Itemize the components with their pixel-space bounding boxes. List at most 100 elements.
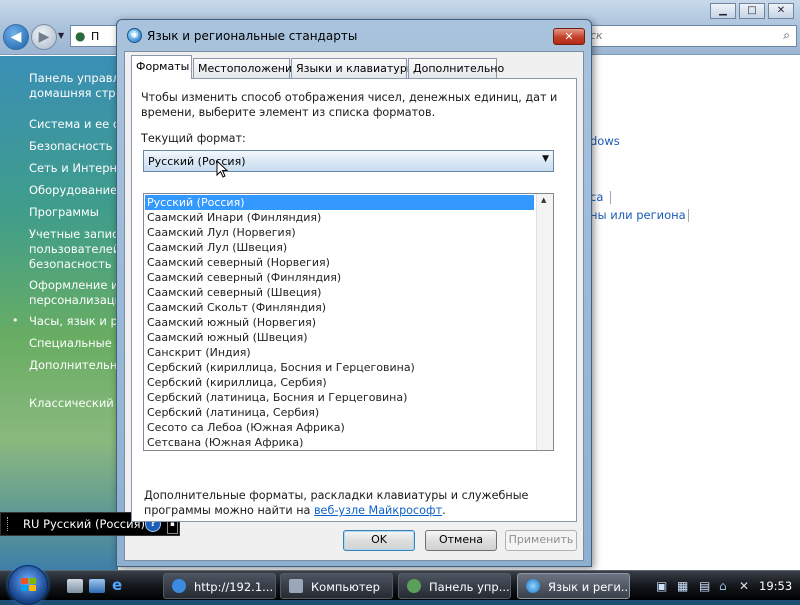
sidebar-item-accessibility[interactable]: Специальные в xyxy=(29,336,118,351)
format-list-item[interactable]: Саамский Скольт (Финляндия) xyxy=(145,300,534,315)
format-list-item[interactable]: Саамский северный (Швеция) xyxy=(145,285,534,300)
internet-explorer-icon xyxy=(172,579,186,593)
back-button[interactable]: ◀ xyxy=(3,24,29,50)
intro-text-line2: времени, выберите элемент из списка форм… xyxy=(141,106,436,119)
tray-app-icon[interactable]: ▣ xyxy=(656,579,667,593)
internet-explorer-icon[interactable]: e xyxy=(112,576,128,594)
close-button[interactable]: ✕ xyxy=(768,3,794,19)
control-panel-icon xyxy=(407,579,421,593)
taskbar: e http://192.1... Компьютер Панель упр..… xyxy=(0,565,800,605)
regional-settings-dialog: ◉ Язык и региональные стандарты ✕ Формат… xyxy=(116,19,592,567)
footer-text-line1: Дополнительные форматы, раскладки клавиа… xyxy=(144,489,529,502)
sidebar-item-home-line2[interactable]: домашняя стра xyxy=(29,86,118,101)
microsoft-website-link[interactable]: веб-узле Майкрософт xyxy=(314,504,442,517)
globe-icon xyxy=(526,579,540,593)
back-arrow-icon: ◀ xyxy=(10,29,22,45)
format-list-item[interactable]: Саамский северный (Норвегия) xyxy=(145,255,534,270)
mouse-cursor-icon xyxy=(216,160,229,178)
format-listbox[interactable]: Русский (Россия) Саамский Инари (Финлянд… xyxy=(143,193,554,451)
tab-advanced[interactable]: Дополнительно xyxy=(408,58,504,78)
format-list-item[interactable]: Саамский Лул (Швеция) xyxy=(145,240,534,255)
address-text: П xyxy=(91,30,100,43)
sidebar-item-system[interactable]: Система и ее об xyxy=(29,117,118,132)
sidebar-item-programs[interactable]: Программы xyxy=(29,205,99,220)
recent-pages-dropdown-icon[interactable]: ▼ xyxy=(58,31,64,40)
dropdown-arrow-icon[interactable]: ▼ xyxy=(542,154,549,164)
show-desktop-icon[interactable] xyxy=(67,579,83,593)
format-list-item[interactable]: Санскрит (Индия) xyxy=(145,345,534,360)
maximize-button[interactable]: □ xyxy=(739,3,765,19)
format-list-item[interactable]: Саамский северный (Финляндия) xyxy=(145,270,534,285)
sidebar-item-accounts-line2[interactable]: пользователей xyxy=(29,242,118,257)
footer-text-suffix: . xyxy=(442,504,446,517)
sidebar-item-home[interactable]: Панель управле xyxy=(29,71,118,86)
start-button[interactable] xyxy=(8,565,48,605)
sidebar-item-appearance[interactable]: Оформление и xyxy=(29,278,118,293)
taskbar-button-label: http://192.1... xyxy=(194,580,274,594)
tab-location[interactable]: Местоположение xyxy=(193,58,299,78)
format-list-item[interactable]: Русский (Россия) xyxy=(145,195,534,210)
forward-button[interactable]: ▶ xyxy=(31,24,57,50)
format-list-item[interactable]: Саамский южный (Швеция) xyxy=(145,330,534,345)
sidebar-item-accounts-line3[interactable]: безопасность xyxy=(29,257,112,272)
format-list-item[interactable]: Саамский южный (Норвегия) xyxy=(145,315,534,330)
taskbar-button-label: Панель упр... xyxy=(429,580,510,594)
taskbar-button-control-panel[interactable]: Панель упр... xyxy=(398,573,511,599)
input-language-indicator[interactable]: RU Русский (Россия) xyxy=(23,517,145,531)
taskbar-button-browser[interactable]: http://192.1... xyxy=(163,573,276,599)
format-list-item[interactable]: Сесото са Лебоа (Южная Африка) xyxy=(145,420,534,435)
footer-text-line2: программы можно найти на веб-узле Майкро… xyxy=(144,504,446,517)
main-link-region[interactable]: ны или региона xyxy=(590,208,686,222)
sidebar-item-additional[interactable]: Дополнительны xyxy=(29,358,118,373)
format-list-item[interactable]: Сербский (кириллица, Сербия) xyxy=(145,375,534,390)
format-list-item[interactable]: Саамский Лул (Норвегия) xyxy=(145,225,534,240)
forward-arrow-icon: ▶ xyxy=(38,29,50,45)
search-icon[interactable]: ⌕ xyxy=(783,28,790,43)
sidebar-item-security[interactable]: Безопасность xyxy=(29,139,112,154)
format-list-item[interactable]: Саамский Инари (Финляндия) xyxy=(145,210,534,225)
format-list-item[interactable]: Сербский (латиница, Босния и Герцеговина… xyxy=(145,390,534,405)
tray-app-icon[interactable]: ▤ xyxy=(699,579,710,593)
control-panel-sidebar: Панель управле домашняя стра Система и е… xyxy=(0,56,118,570)
main-link-windows[interactable]: dows xyxy=(590,134,620,148)
cancel-button[interactable]: Отмена xyxy=(425,530,497,551)
current-format-value: Русский (Россия) xyxy=(148,155,246,168)
sidebar-item-hardware[interactable]: Оборудование и xyxy=(29,183,118,198)
clock[interactable]: 19:53 xyxy=(759,579,792,593)
sidebar-item-accounts[interactable]: Учетные записи xyxy=(29,227,118,242)
dialog-body: Форматы Местоположение Языки и клавиатур… xyxy=(124,51,584,561)
computer-icon xyxy=(289,579,303,593)
tab-keyboards[interactable]: Языки и клавиатуры xyxy=(291,58,416,78)
search-input[interactable]: ск ⌕ xyxy=(575,25,797,47)
sidebar-item-clock-language[interactable]: Часы, язык и ре xyxy=(29,314,118,329)
link-separator xyxy=(688,209,689,222)
dialog-close-button[interactable]: ✕ xyxy=(553,28,585,45)
network-icon[interactable]: ⌂ xyxy=(719,579,727,593)
current-format-combobox[interactable]: Русский (Россия) ▼ xyxy=(143,150,554,172)
main-link-partial[interactable]: са xyxy=(590,190,603,204)
format-list-item[interactable]: Сербский (кириллица, Босния и Герцеговин… xyxy=(145,360,534,375)
formats-panel: Чтобы изменить способ отображения чисел,… xyxy=(131,78,577,522)
volume-muted-icon[interactable]: ✕ xyxy=(739,579,749,593)
language-bar-grip[interactable] xyxy=(7,517,9,531)
format-list-item[interactable]: Сербский (латиница, Сербия) xyxy=(145,405,534,420)
minimize-button[interactable]: ▁ xyxy=(710,3,736,19)
switch-windows-icon[interactable] xyxy=(89,579,105,593)
sidebar-item-network[interactable]: Сеть и Интерне xyxy=(29,161,118,176)
windows-logo-icon xyxy=(21,578,37,592)
apply-button[interactable]: Применить xyxy=(505,530,577,551)
ok-button[interactable]: OK xyxy=(343,530,415,551)
dialog-title: Язык и региональные стандарты xyxy=(147,29,358,43)
sidebar-item-appearance-line2[interactable]: персонализаци xyxy=(29,293,118,308)
taskbar-button-computer[interactable]: Компьютер xyxy=(280,573,393,599)
taskbar-button-label: Язык и реги... xyxy=(548,580,630,594)
list-scrollbar[interactable]: ▲ xyxy=(536,194,553,450)
current-format-label: Текущий формат: xyxy=(141,132,246,145)
format-list-item[interactable]: Сетсвана (Южная Африка) xyxy=(145,435,534,450)
sidebar-item-classic-view[interactable]: Классический в xyxy=(29,396,118,411)
taskbar-button-regional-settings[interactable]: Язык и реги... xyxy=(517,573,630,599)
scroll-up-arrow-icon[interactable]: ▲ xyxy=(541,196,546,204)
tab-formats[interactable]: Форматы xyxy=(131,55,192,79)
globe-icon: ◉ xyxy=(127,28,142,43)
tray-app-icon[interactable]: ▦ xyxy=(677,579,688,593)
